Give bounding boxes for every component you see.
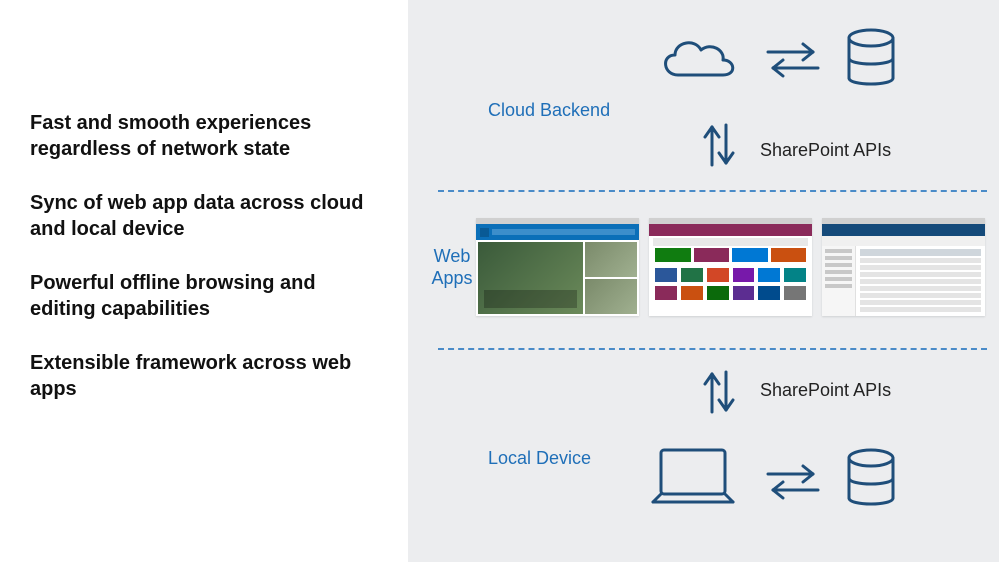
feature-bullet: Fast and smooth experiences regardless o… (30, 110, 368, 162)
database-icon (843, 28, 899, 92)
slide: Fast and smooth experiences regardless o… (0, 0, 999, 562)
up-down-arrows-icon (698, 362, 738, 422)
database-icon (843, 448, 899, 512)
up-down-arrows-icon (698, 115, 738, 175)
sync-arrows-icon (758, 460, 828, 504)
divider-top (438, 190, 987, 192)
sharepoint-apis-label-bottom: SharePoint APIs (760, 380, 891, 401)
feature-bullet: Sync of web app data across cloud and lo… (30, 190, 368, 242)
cloud-icon (653, 30, 743, 90)
cloud-backend-label: Cloud Backend (488, 100, 610, 121)
web-apps-label: Web Apps (428, 246, 476, 289)
divider-bottom (438, 348, 987, 350)
architecture-diagram: Cloud Backend SharePoint APIs Web Apps (408, 0, 999, 562)
local-device-label: Local Device (488, 448, 591, 469)
laptop-icon (643, 442, 743, 518)
sharepoint-apis-label-top: SharePoint APIs (760, 140, 891, 161)
web-app-thumbnails (476, 218, 985, 316)
web-app-thumbnail-file-list (822, 218, 985, 316)
feature-bullet: Powerful offline browsing and editing ca… (30, 270, 368, 322)
feature-bullet: Extensible framework across web apps (30, 350, 368, 402)
sync-arrows-icon (758, 38, 828, 82)
web-app-thumbnail-sharepoint-site (476, 218, 639, 316)
feature-list-panel: Fast and smooth experiences regardless o… (0, 0, 408, 562)
web-app-thumbnail-office-launcher (649, 218, 812, 316)
